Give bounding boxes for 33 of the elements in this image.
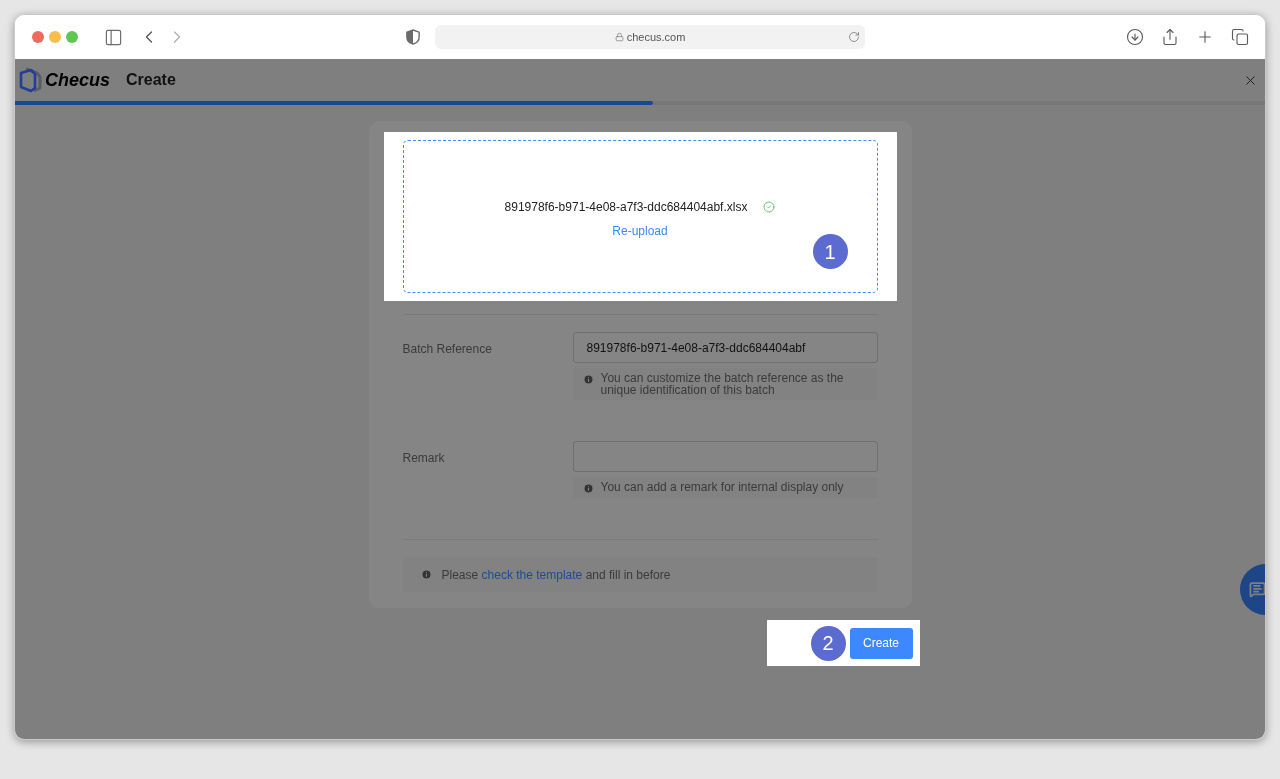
address-bar[interactable]: checus.com — [435, 25, 865, 49]
sidebar-icon[interactable] — [104, 27, 123, 47]
tabs-overview-icon[interactable] — [1231, 28, 1249, 46]
close-window-button[interactable] — [32, 31, 44, 43]
upload-dropzone[interactable]: 891978f6-b971-4e08-a7f3-ddc684404abf.xlsx Re-upload 1 — [402, 140, 878, 293]
step-badge: 1 — [812, 234, 848, 269]
minimize-window-button[interactable] — [49, 31, 61, 43]
logo-icon — [18, 66, 42, 94]
note-text: Please check the template and fill in before — [441, 566, 671, 584]
shield-icon[interactable] — [406, 29, 420, 45]
hint-text: You can customize the batch reference as the unique identification of this batch — [600, 372, 845, 396]
info-icon — [582, 483, 594, 494]
reload-icon[interactable] — [848, 31, 860, 43]
url-text: checus.com — [626, 29, 686, 45]
field-label: Batch Reference — [402, 341, 493, 358]
field-label: Remark — [402, 450, 446, 467]
input-value: 891978f6-b971-4e08-a7f3-ddc684404abf — [586, 339, 806, 357]
file-name: 891978f6-b971-4e08-a7f3-ddc684404abf.xlsx — [504, 198, 748, 216]
info-icon — [582, 374, 594, 385]
new-tab-icon[interactable] — [1196, 28, 1214, 46]
page-title: Create — [126, 70, 176, 90]
download-icon[interactable] — [1126, 28, 1144, 46]
step-badge: 2 — [810, 625, 846, 661]
reupload-link[interactable]: Re-upload — [612, 221, 668, 240]
chat-icon — [1249, 581, 1265, 598]
hint-text: You can add a remark for internal display only — [600, 481, 844, 493]
create-button[interactable]: Create — [849, 627, 913, 659]
maximize-window-button[interactable] — [66, 31, 78, 43]
brand-name: Checus — [45, 68, 111, 92]
text-input[interactable]: 891978f6-b971-4e08-a7f3-ddc684404abf — [572, 332, 878, 363]
lock-icon — [614, 32, 624, 42]
info-icon — [420, 569, 432, 580]
share-icon[interactable] — [1161, 28, 1179, 46]
